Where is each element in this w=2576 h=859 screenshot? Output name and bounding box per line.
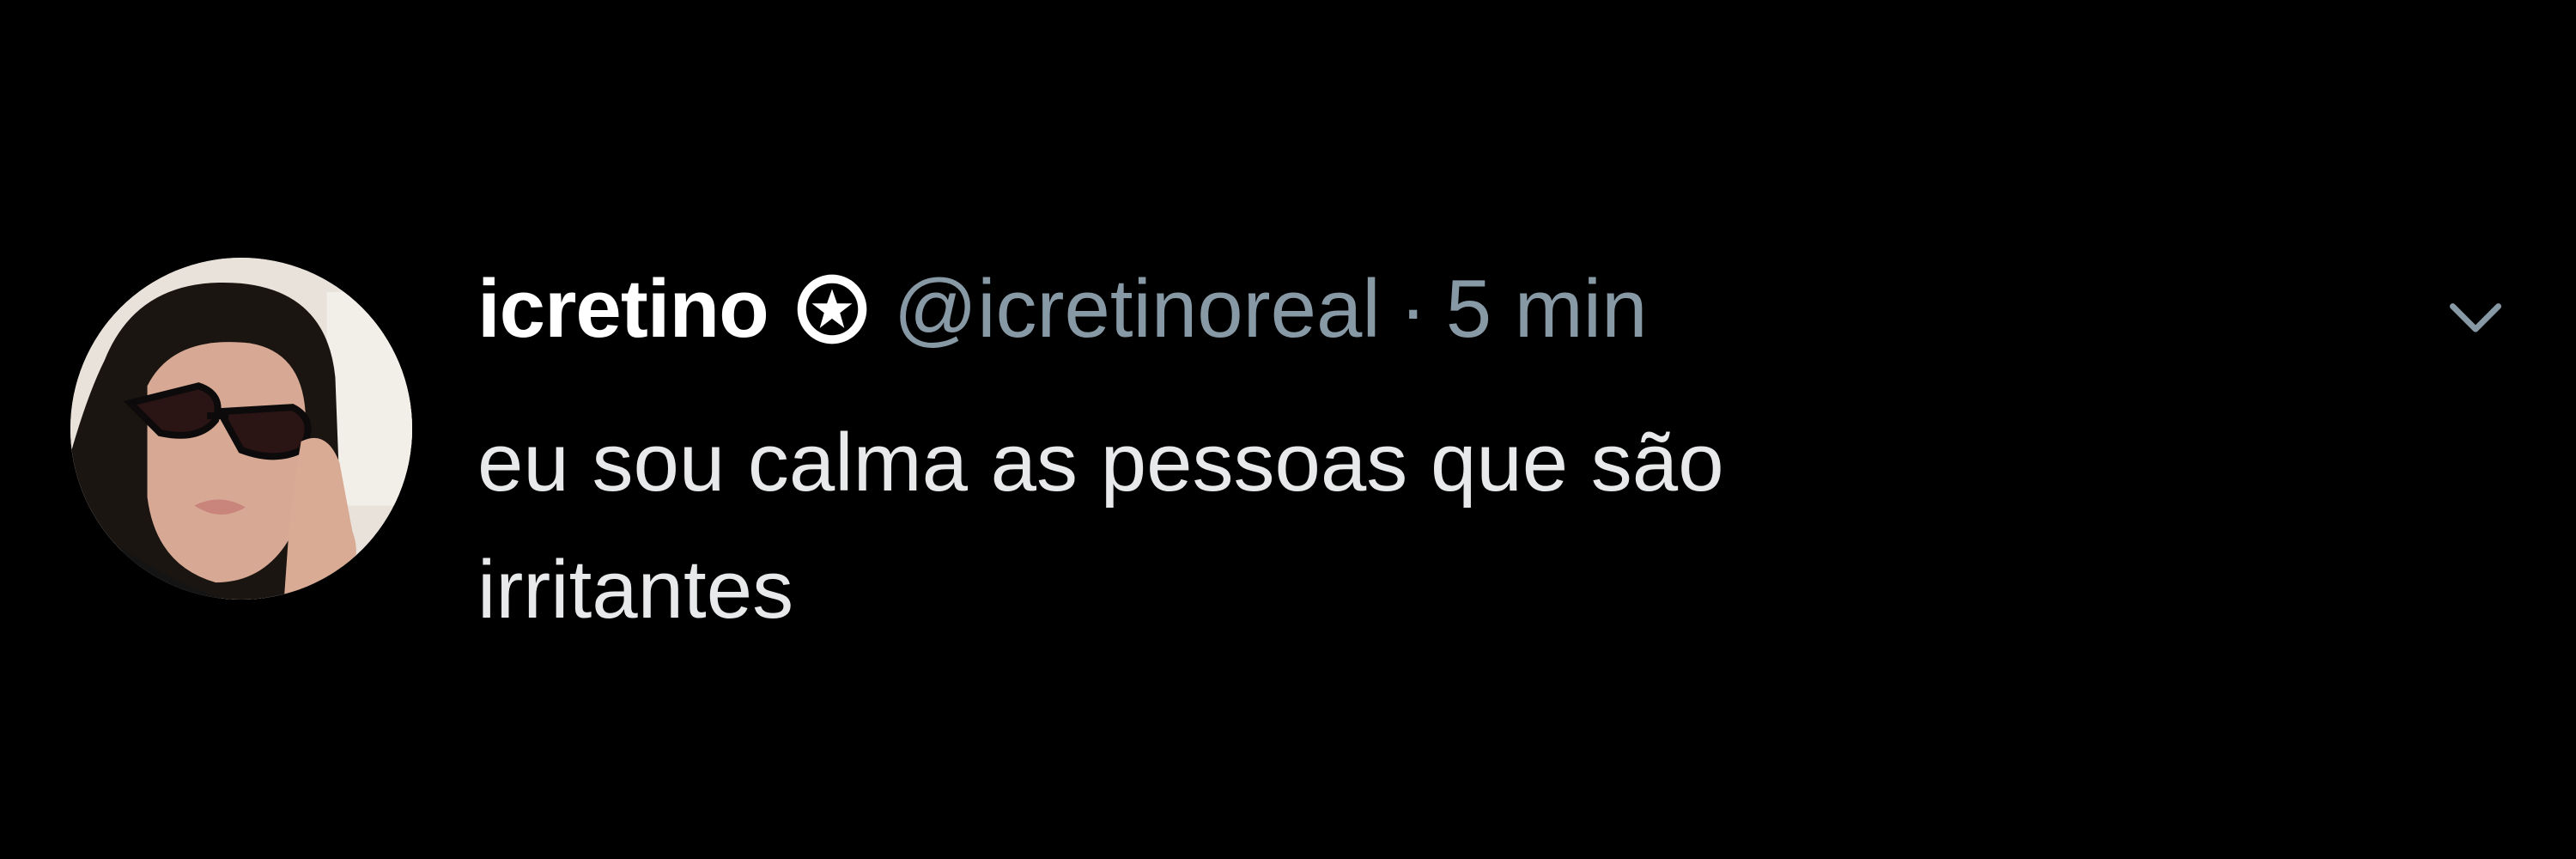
user-handle[interactable]: @icretinoreal: [894, 262, 1381, 356]
tweet-card: icretino @icretinoreal · 5 min eu sou ca…: [0, 0, 2576, 859]
tweet-text-line: eu sou calma as pessoas que são: [477, 417, 1724, 509]
tweet-header: icretino @icretinoreal · 5 min: [477, 258, 1647, 361]
chevron-down-icon[interactable]: [2443, 283, 2508, 349]
separator-dot: ·: [1399, 263, 1427, 355]
display-name[interactable]: icretino: [477, 262, 769, 356]
tweet-text: eu sou calma as pessoas que são irritant…: [477, 399, 2366, 654]
avatar[interactable]: [70, 258, 412, 600]
star-badge-icon: [796, 273, 868, 345]
avatar-image: [70, 258, 412, 600]
tweet-text-line: irritantes: [477, 544, 794, 636]
timestamp[interactable]: 5 min: [1446, 262, 1648, 356]
